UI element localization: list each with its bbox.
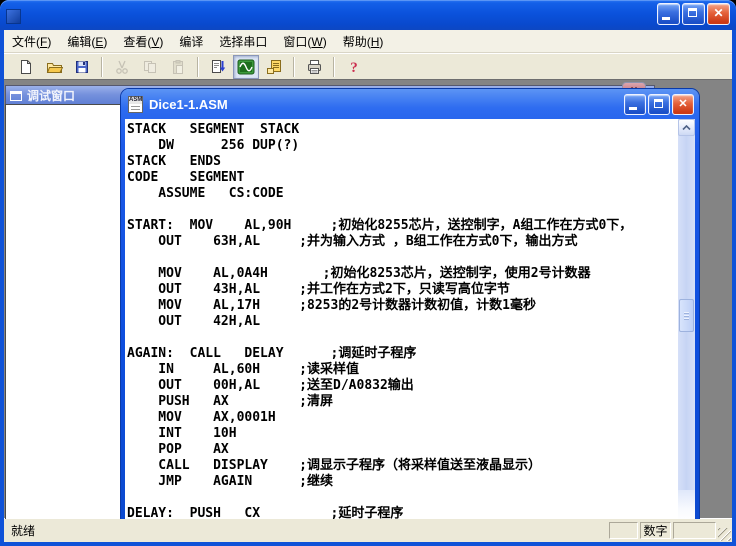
- minimize-icon: [629, 107, 637, 110]
- main-window: ✕ 文件(F)编辑(E)查看(V)编译选择串口窗口(W)帮助(H) ? 调试窗口…: [0, 0, 736, 546]
- editor-titlebar[interactable]: ASM Dice1-1.ASM ✕: [125, 89, 695, 119]
- toolbar: ?: [4, 53, 732, 80]
- code-line: ASSUME CS:CODE: [127, 186, 677, 202]
- scroll-thumb[interactable]: [679, 299, 694, 332]
- print-icon: [306, 59, 323, 75]
- code-area[interactable]: STACK SEGMENT STACK DW 256 DUP(?)STACK E…: [127, 122, 677, 519]
- compile-button[interactable]: [205, 55, 231, 79]
- scroll-grip-icon: [684, 312, 689, 320]
- editor-maximize-button[interactable]: [648, 94, 670, 115]
- close-icon: ✕: [708, 4, 729, 24]
- close-button[interactable]: ✕: [707, 3, 730, 25]
- code-line: OUT 43H,AL ;并工作在方式2下，只读写高位字节: [127, 282, 677, 298]
- toolbar-separator: [101, 57, 103, 77]
- save-icon: [74, 59, 90, 75]
- open-folder-icon: [46, 59, 63, 75]
- app-icon: [6, 9, 21, 24]
- maximize-icon: [688, 8, 697, 17]
- code-line: JMP AGAIN ;继续: [127, 474, 677, 490]
- code-line: PUSH AX ;清屏: [127, 394, 677, 410]
- help-button[interactable]: ?: [341, 55, 367, 79]
- code-line: POP AX: [127, 442, 677, 458]
- status-panel-empty-1: [609, 522, 638, 539]
- editor-title-text: Dice1-1.ASM: [149, 97, 228, 112]
- toolbar-separator: [197, 57, 199, 77]
- copy-icon: [142, 59, 158, 75]
- status-panel-numlock: 数字: [640, 522, 671, 539]
- editor-content[interactable]: STACK SEGMENT STACK DW 256 DUP(?)STACK E…: [125, 119, 695, 519]
- editor-window: ASM Dice1-1.ASM ✕ STACK SEGMENT STACK DW…: [121, 89, 699, 519]
- paste-button: [165, 55, 191, 79]
- code-line: [127, 330, 677, 346]
- cut-icon: [114, 59, 130, 75]
- menu-item-edit[interactable]: 编辑(E): [59, 30, 115, 53]
- code-line: INT 10H: [127, 426, 677, 442]
- menu-item-help[interactable]: 帮助(H): [335, 30, 392, 53]
- menu-item-select-serial-port[interactable]: 选择串口: [211, 30, 275, 53]
- new-button[interactable]: [13, 55, 39, 79]
- toolbar-separator: [293, 57, 295, 77]
- menu-item-view[interactable]: 查看(V): [115, 30, 171, 53]
- code-line: STACK ENDS: [127, 154, 677, 170]
- menu-item-file[interactable]: 文件(F): [4, 30, 59, 53]
- minimize-button[interactable]: [657, 3, 680, 25]
- scroll-up-button[interactable]: [678, 119, 695, 136]
- code-line: DW 256 DUP(?): [127, 138, 677, 154]
- copy-button: [137, 55, 163, 79]
- vertical-scrollbar[interactable]: [678, 119, 695, 490]
- code-line: STACK SEGMENT STACK: [127, 122, 677, 138]
- help-icon: ?: [346, 59, 362, 75]
- resize-grip[interactable]: [718, 528, 731, 541]
- menu-item-compile[interactable]: 编译: [171, 30, 211, 53]
- code-line: [127, 250, 677, 266]
- maximize-button[interactable]: [682, 3, 705, 25]
- oscilloscope-icon: [237, 59, 255, 75]
- open-button[interactable]: [41, 55, 67, 79]
- status-bar: 就绪 数字: [4, 518, 732, 542]
- status-ready-text: 就绪: [4, 522, 609, 539]
- print-button[interactable]: [301, 55, 327, 79]
- code-line: MOV AL,17H ;8253的2号计数器计数初值，计数1毫秒: [127, 298, 677, 314]
- code-line: MOV AX,0001H: [127, 410, 677, 426]
- compile-icon: [210, 59, 227, 75]
- new-file-icon: [18, 59, 34, 75]
- cut-button: [109, 55, 135, 79]
- download-icon: [266, 59, 282, 75]
- main-titlebar[interactable]: ✕: [0, 0, 736, 30]
- debug-window-title: 调试窗口: [27, 87, 75, 104]
- chevron-up-icon: [682, 125, 691, 131]
- code-line: [127, 202, 677, 218]
- editor-minimize-button[interactable]: [624, 94, 646, 115]
- svg-text:?: ?: [350, 60, 358, 75]
- window-icon: [10, 91, 22, 101]
- debug-scope-button[interactable]: [233, 55, 259, 79]
- code-line: [127, 490, 677, 506]
- menu-item-window[interactable]: 窗口(W): [275, 30, 334, 53]
- menu-bar: 文件(F)编辑(E)查看(V)编译选择串口窗口(W)帮助(H): [4, 30, 732, 53]
- code-line: OUT 42H,AL: [127, 314, 677, 330]
- status-panel-empty-2: [673, 522, 716, 539]
- save-button[interactable]: [69, 55, 95, 79]
- code-line: IN AL,60H ;读采样值: [127, 362, 677, 378]
- code-line: MOV AL,0A4H ;初始化8253芯片，送控制字，使用2号计数器: [127, 266, 677, 282]
- close-icon: ✕: [673, 95, 693, 114]
- paste-icon: [170, 59, 186, 75]
- code-line: DELAY: PUSH CX ;延时子程序: [127, 506, 677, 519]
- code-line: AGAIN: CALL DELAY ;调延时子程序: [127, 346, 677, 362]
- toolbar-separator: [333, 57, 335, 77]
- download-button[interactable]: [261, 55, 287, 79]
- code-line: OUT 63H,AL ;并为输入方式 ，B组工作在方式0下，输出方式: [127, 234, 677, 250]
- code-line: OUT 00H,AL ;送至D/A0832输出: [127, 378, 677, 394]
- minimize-icon: [662, 17, 670, 20]
- maximize-icon: [654, 99, 663, 108]
- code-line: CODE SEGMENT: [127, 170, 677, 186]
- code-line: START: MOV AL,90H ;初始化8255芯片，送控制字，A组工作在方…: [127, 218, 677, 234]
- scroll-down-button[interactable]: [678, 490, 695, 519]
- editor-close-button[interactable]: ✕: [672, 94, 694, 115]
- code-line: CALL DISPLAY ;调显示子程序（将采样值送至液晶显示）: [127, 458, 677, 474]
- mdi-client-area: 调试窗口 ✕ ASM Dice1-1.ASM ✕ STACK SEGME: [4, 79, 732, 519]
- asm-file-icon: ASM: [128, 96, 143, 113]
